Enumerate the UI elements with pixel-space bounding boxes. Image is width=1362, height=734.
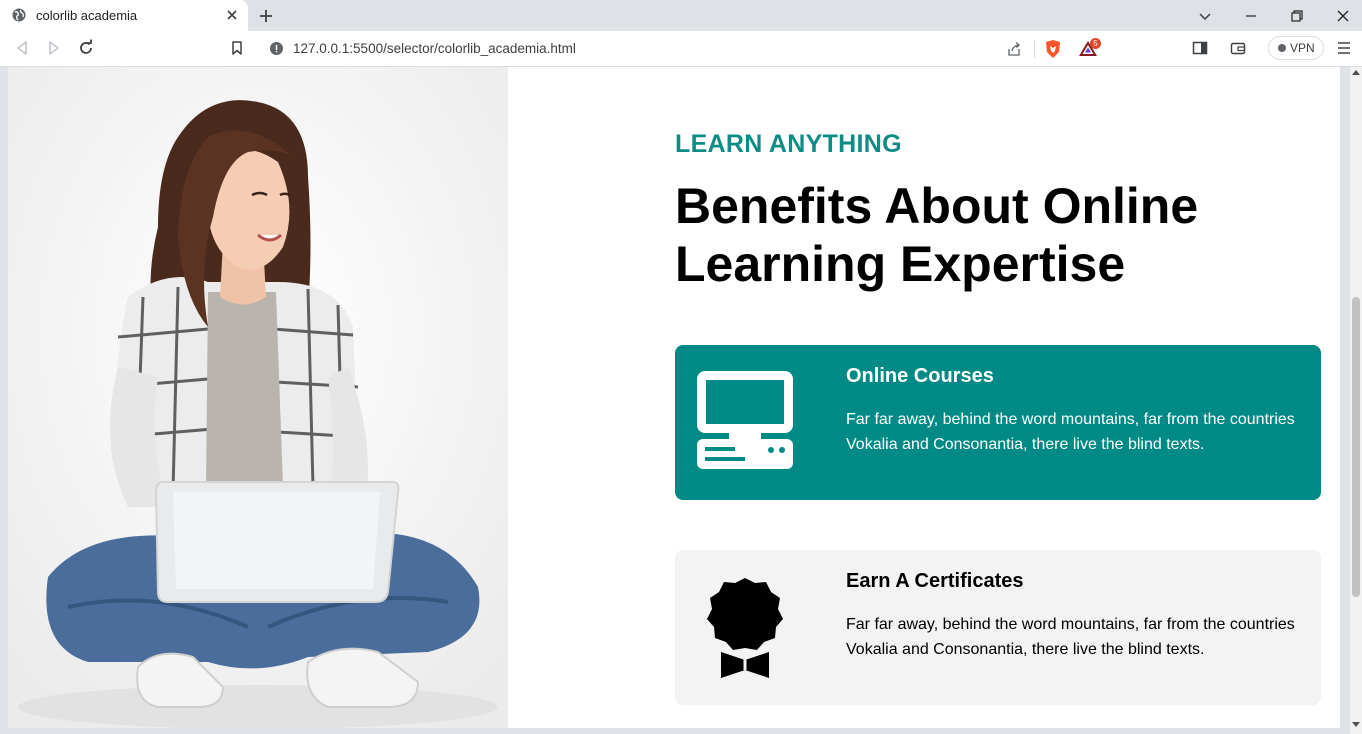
close-window-icon[interactable] [1333, 6, 1353, 26]
section-heading: Benefits About Online Learning Expertise [675, 178, 1199, 292]
computer-icon [697, 371, 793, 469]
restore-icon[interactable] [1287, 6, 1307, 26]
vpn-status-icon [1278, 44, 1286, 52]
student-with-laptop-illustration [8, 67, 508, 728]
scroll-up-arrow-icon[interactable] [1352, 70, 1360, 75]
bookmark-icon[interactable] [227, 38, 247, 58]
card-title: Earn A Certificates [846, 570, 1024, 592]
card-description: Far far away, behind the word mountains,… [846, 411, 1295, 453]
vpn-button[interactable]: VPN [1268, 36, 1324, 60]
back-arrow-icon[interactable] [12, 38, 32, 58]
student-photo [8, 67, 508, 728]
benefit-card-certificates[interactable]: Earn A Certificates Far far away, behind… [675, 550, 1321, 705]
card-description: Far far away, behind the word mountains,… [846, 616, 1295, 658]
brave-shields-icon[interactable] [1044, 39, 1062, 59]
hamburger-menu-icon[interactable] [1336, 39, 1352, 57]
tab-search-chevron-icon[interactable] [1195, 6, 1215, 26]
scrollbar-thumb[interactable] [1352, 297, 1360, 597]
page-viewport: LEARN ANYTHING Benefits About Online Lea… [0, 67, 1362, 734]
new-tab-plus-icon[interactable] [256, 6, 276, 26]
close-tab-icon[interactable] [224, 7, 240, 23]
address-bar[interactable]: 127.0.0.1:5500/selector/colorlib_academi… [258, 34, 1106, 63]
card-title: Online Courses [846, 365, 994, 387]
section-eyebrow: LEARN ANYTHING [675, 130, 902, 158]
vpn-label: VPN [1290, 41, 1315, 55]
reload-icon[interactable] [76, 38, 96, 58]
rewards-badge: 5 [1090, 38, 1101, 49]
site-info-icon[interactable] [270, 42, 283, 55]
sidebar-toggle-icon[interactable] [1191, 39, 1209, 57]
forward-arrow-icon[interactable] [44, 38, 64, 58]
browser-tab[interactable]: colorlib academia [0, 0, 248, 31]
wallet-icon[interactable] [1229, 39, 1247, 57]
benefit-card-online-courses[interactable]: Online Courses Far far away, behind the … [675, 345, 1321, 500]
globe-icon [12, 8, 26, 22]
benefits-section: LEARN ANYTHING Benefits About Online Lea… [8, 67, 1340, 728]
share-icon[interactable] [1006, 41, 1022, 57]
tab-strip: colorlib academia [0, 0, 1362, 31]
page-scrollbar[interactable] [1350, 67, 1362, 734]
url-text[interactable]: 127.0.0.1:5500/selector/colorlib_academi… [293, 41, 576, 56]
tab-title: colorlib academia [36, 8, 138, 23]
address-bar-divider [1034, 40, 1035, 58]
browser-toolbar: 127.0.0.1:5500/selector/colorlib_academi… [0, 31, 1362, 67]
certificate-badge-icon [707, 578, 783, 678]
minimize-icon[interactable] [1241, 6, 1261, 26]
scroll-down-arrow-icon[interactable] [1352, 722, 1360, 727]
